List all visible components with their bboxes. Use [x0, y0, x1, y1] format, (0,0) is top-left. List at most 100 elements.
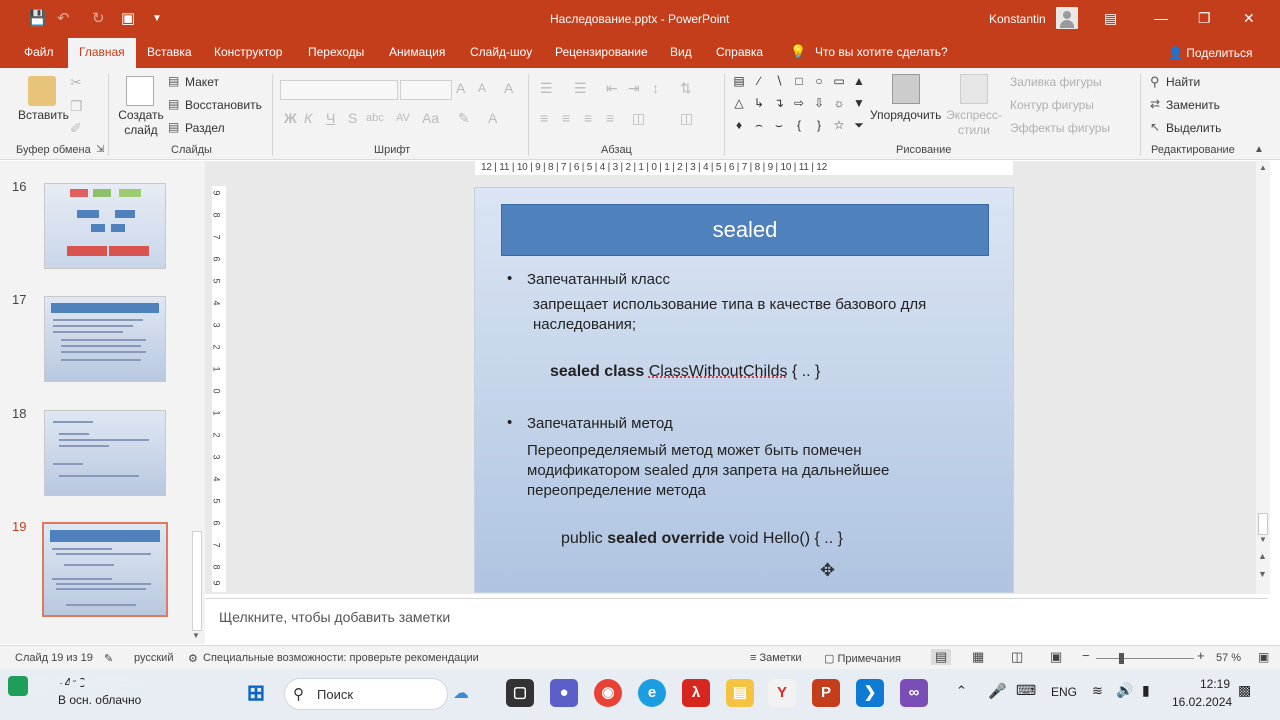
shape-effects-button[interactable]: Эффекты фигуры — [1010, 121, 1110, 135]
align-right-icon[interactable]: ≡ — [584, 110, 592, 126]
bold-button[interactable]: Ж — [284, 110, 297, 126]
scroll-down-icon[interactable]: ▼ — [1259, 535, 1267, 544]
edge-icon[interactable]: e — [638, 679, 666, 707]
tab-slideshow[interactable]: Слайд-шоу — [470, 45, 532, 59]
font-name-combo[interactable] — [280, 80, 398, 100]
arrange-icon[interactable] — [892, 74, 920, 104]
tell-me-search[interactable]: Что вы хотите сделать? — [815, 45, 948, 59]
scroll-up-icon[interactable]: ▲ — [852, 74, 866, 88]
tab-transitions[interactable]: Переходы — [308, 45, 364, 59]
increase-indent-icon[interactable]: ⇥ — [628, 80, 640, 97]
tab-view[interactable]: Вид — [670, 45, 692, 59]
zoom-slider[interactable] — [1096, 658, 1194, 659]
arrow-down-shape-icon[interactable]: ⇩ — [812, 96, 826, 110]
paste-icon[interactable] — [28, 76, 56, 106]
curve-shape-icon[interactable]: ⌢ — [752, 118, 766, 132]
share-button[interactable]: 👤 Поделиться — [1168, 46, 1253, 60]
minimize-icon[interactable]: — — [1154, 10, 1168, 26]
clock-date[interactable]: 16.02.2024 — [1172, 695, 1232, 709]
arrange-button[interactable]: Упорядочить — [870, 108, 941, 122]
align-left-icon[interactable]: ≡ — [540, 110, 548, 126]
connector-shape-icon[interactable]: ↳ — [752, 96, 766, 110]
vscode-icon[interactable]: ❯ — [856, 679, 884, 707]
slideshow-view-icon[interactable]: ▣ — [1050, 649, 1062, 665]
rectangle-shape-icon[interactable]: ▭ — [832, 74, 846, 88]
arc-shape-icon[interactable]: ⌣ — [772, 118, 786, 132]
align-center-icon[interactable]: ≡ — [562, 110, 570, 126]
zoom-out-icon[interactable]: − — [1082, 648, 1090, 663]
previous-slide-icon[interactable]: ▲ — [1258, 551, 1267, 561]
acrobat-icon[interactable]: λ — [682, 679, 710, 707]
sealed-method-description[interactable]: Переопределяемый метод может быть помече… — [527, 441, 937, 501]
oval-shape-icon[interactable]: ○ — [812, 74, 826, 88]
underline-button[interactable]: Ч — [326, 110, 335, 126]
line-shape-icon[interactable]: ∖ — [772, 74, 786, 88]
chrome-icon[interactable]: ◉ — [594, 679, 622, 707]
shape-fill-button[interactable]: Заливка фигуры — [1010, 75, 1102, 89]
cut-icon[interactable]: ✂ — [70, 74, 82, 91]
clear-formatting-icon[interactable]: A — [504, 80, 513, 96]
accessibility-status[interactable]: Специальные возможности: проверьте реком… — [203, 652, 479, 664]
slide-thumbnail-18[interactable] — [44, 410, 166, 496]
current-slide[interactable]: sealed • Запечатанный класс запрещает ис… — [474, 187, 1014, 593]
code-sealed-method[interactable]: public sealed override void Hello() { ..… — [561, 530, 843, 548]
find-button[interactable]: Найти — [1166, 75, 1200, 89]
brace-left-shape-icon[interactable]: { — [792, 118, 806, 132]
copy-icon[interactable]: ❐ — [70, 98, 83, 115]
wifi-icon[interactable]: ≋ — [1092, 683, 1103, 699]
format-painter-icon[interactable]: ✐ — [70, 120, 82, 137]
select-button[interactable]: Выделить — [1166, 121, 1221, 135]
reading-view-icon[interactable]: ◫ — [1011, 649, 1023, 665]
more-shapes-icon[interactable]: ⏷ — [852, 118, 866, 132]
layout-button[interactable]: Макет — [185, 75, 219, 89]
tab-design[interactable]: Конструктор — [214, 45, 282, 59]
decrease-font-icon[interactable]: A — [478, 81, 486, 95]
spellcheck-icon[interactable]: ✎ — [104, 652, 113, 665]
slide-thumbnail-17[interactable] — [44, 296, 166, 382]
taskbar-search[interactable]: ⚲ Поиск ☁ — [284, 678, 469, 710]
tab-home[interactable]: Главная — [68, 38, 136, 68]
windows-start-icon[interactable]: ⊞ — [242, 679, 270, 707]
customize-icon[interactable]: ▼ — [152, 13, 162, 24]
rectangle-shape-icon[interactable]: □ — [792, 74, 806, 88]
bullet-sealed-class[interactable]: Запечатанный класс — [527, 270, 670, 290]
thumbnail-scrollbar[interactable]: ▼ — [190, 161, 204, 644]
rounded-shape-icon[interactable]: ☼ — [832, 96, 846, 110]
save-icon[interactable]: 💾 — [28, 9, 47, 27]
bullets-icon[interactable]: ☰ — [540, 80, 553, 97]
brace-right-shape-icon[interactable]: } — [812, 118, 826, 132]
quick-styles-button[interactable]: Экспресс-стили — [946, 108, 1002, 138]
shapes-gallery[interactable]: ▤ ∕ ∖ □ ○ ▭ △ ↳ ↴ ⇨ ⇩ ☼ ♦ ⌢ ⌣ { } ☆ ▲ ▼ … — [732, 74, 866, 138]
tab-review[interactable]: Рецензирование — [555, 45, 648, 59]
yandex-browser-icon[interactable]: Y — [768, 679, 796, 707]
restore-icon[interactable]: ❐ — [1198, 10, 1211, 27]
change-case-icon[interactable]: Aa — [422, 110, 439, 126]
show-hidden-icons[interactable]: ⌃ — [956, 683, 967, 699]
justify-icon[interactable]: ≡ — [606, 110, 614, 126]
textbox-shape-icon[interactable]: ▤ — [732, 74, 746, 88]
microphone-icon[interactable]: 🎤 — [988, 682, 1007, 700]
volume-icon[interactable]: 🔊 — [1116, 682, 1133, 699]
comments-toggle[interactable]: ▢ Примечания — [824, 652, 901, 665]
align-text-icon[interactable]: ◫ — [680, 110, 693, 127]
text-direction-icon[interactable]: ⇅ — [680, 80, 692, 97]
section-button[interactable]: Раздел — [185, 121, 225, 135]
chat-icon[interactable]: ● — [550, 679, 578, 707]
decrease-indent-icon[interactable]: ⇤ — [606, 80, 618, 97]
italic-button[interactable]: К — [304, 110, 312, 126]
collapse-ribbon-icon[interactable]: ▲ — [1254, 144, 1264, 155]
notifications-icon[interactable]: ▩ — [1238, 682, 1251, 699]
columns-icon[interactable]: ◫ — [632, 110, 645, 127]
shape-outline-button[interactable]: Контур фигуры — [1010, 98, 1094, 112]
arrow-right-shape-icon[interactable]: ⇨ — [792, 96, 806, 110]
clock-time[interactable]: 12:19 — [1200, 677, 1230, 691]
line-spacing-icon[interactable]: ↕ — [652, 80, 659, 96]
connector-shape-icon[interactable]: ↴ — [772, 96, 786, 110]
ribbon-display-icon[interactable]: ▤ — [1104, 10, 1117, 27]
increase-font-icon[interactable]: A — [456, 80, 465, 96]
task-view-icon[interactable]: ▢ — [506, 679, 534, 707]
font-color-icon[interactable]: A — [488, 110, 497, 126]
zoom-level[interactable]: 57 % — [1216, 652, 1241, 664]
keyboard-icon[interactable]: ⌨ — [1016, 682, 1036, 699]
star-shape-icon[interactable]: ☆ — [832, 118, 846, 132]
